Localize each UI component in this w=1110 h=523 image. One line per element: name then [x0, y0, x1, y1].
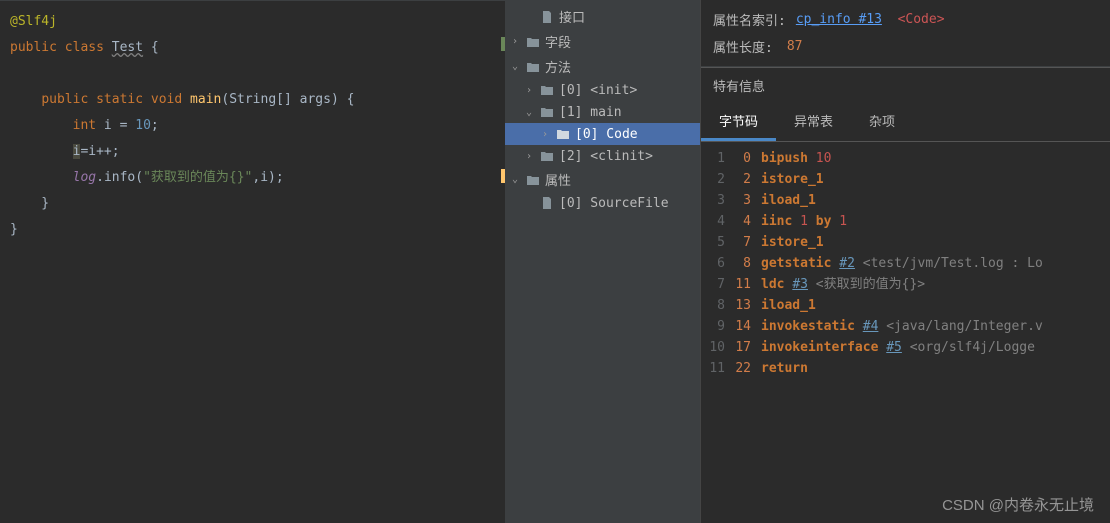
file-icon [539, 195, 555, 211]
tree-item-methods[interactable]: ⌄方法 [505, 54, 700, 79]
folder-icon [525, 172, 541, 188]
tree-item-attrs[interactable]: ⌄属性 [505, 167, 700, 192]
code-editor[interactable]: @Slf4j public class Test { public static… [0, 0, 505, 523]
bytecode-line[interactable]: 1017invokeinterface #5 <org/slf4j/Logge [701, 337, 1110, 358]
folder-icon [555, 126, 571, 142]
tree-item-main[interactable]: ⌄[1] main [505, 101, 700, 123]
folder-icon [525, 59, 541, 75]
folder-icon [525, 34, 541, 50]
tree-item-clinit[interactable]: ›[2] <clinit> [505, 145, 700, 167]
bytecode-line[interactable]: 44iinc 1 by 1 [701, 211, 1110, 232]
tree-item-code[interactable]: ›[0] Code [505, 123, 700, 145]
bytecode-line[interactable]: 22istore_1 [701, 169, 1110, 190]
bytecode-line[interactable]: 33iload_1 [701, 190, 1110, 211]
bytecode-line[interactable]: 10bipush 10 [701, 148, 1110, 169]
annotation: @Slf4j [10, 14, 57, 29]
bytecode-tabs: 字节码 异常表 杂项 [701, 103, 1110, 142]
bytecode-line[interactable]: 68getstatic #2 <test/jvm/Test.log : Lo [701, 253, 1110, 274]
tab-exception[interactable]: 异常表 [776, 103, 851, 141]
cp-info-link[interactable]: cp_info #13 [796, 12, 882, 27]
tree-item-fields[interactable]: ›字段 [505, 29, 700, 54]
bytecode-listing[interactable]: 10bipush 1022istore_133iload_144iinc 1 b… [701, 142, 1110, 385]
folder-icon [539, 104, 555, 120]
folder-icon [539, 82, 555, 98]
bytecode-line[interactable]: 57istore_1 [701, 232, 1110, 253]
attr-len-label: 属性长度: [713, 37, 773, 56]
folder-icon [539, 148, 555, 164]
file-icon [539, 9, 555, 25]
bytecode-line[interactable]: 914invokestatic #4 <java/lang/Integer.v [701, 316, 1110, 337]
special-info-label: 特有信息 [701, 67, 1110, 103]
bytecode-panel: 属性名索引: cp_info #13 <Code> 属性长度: 87 特有信息 … [700, 0, 1110, 523]
attr-len-value: 87 [787, 39, 803, 54]
tree-item-sourcefile[interactable]: [0] SourceFile [505, 192, 700, 214]
tree-item-init[interactable]: ›[0] <init> [505, 79, 700, 101]
class-tree[interactable]: 接口 ›字段 ⌄方法 ›[0] <init> ⌄[1] main ›[0] Co… [505, 0, 700, 523]
bytecode-line[interactable]: 813iload_1 [701, 295, 1110, 316]
bytecode-line[interactable]: 1122return [701, 358, 1110, 379]
tab-misc[interactable]: 杂项 [851, 103, 913, 141]
bytecode-line[interactable]: 711ldc #3 <获取到的值为{}> [701, 274, 1110, 295]
attr-name-label: 属性名索引: [713, 10, 786, 29]
tab-bytecode[interactable]: 字节码 [701, 103, 776, 141]
attr-code: <Code> [898, 12, 945, 27]
attr-info: 属性名索引: cp_info #13 <Code> 属性长度: 87 [701, 0, 1110, 67]
tree-item-interface[interactable]: 接口 [505, 4, 700, 29]
